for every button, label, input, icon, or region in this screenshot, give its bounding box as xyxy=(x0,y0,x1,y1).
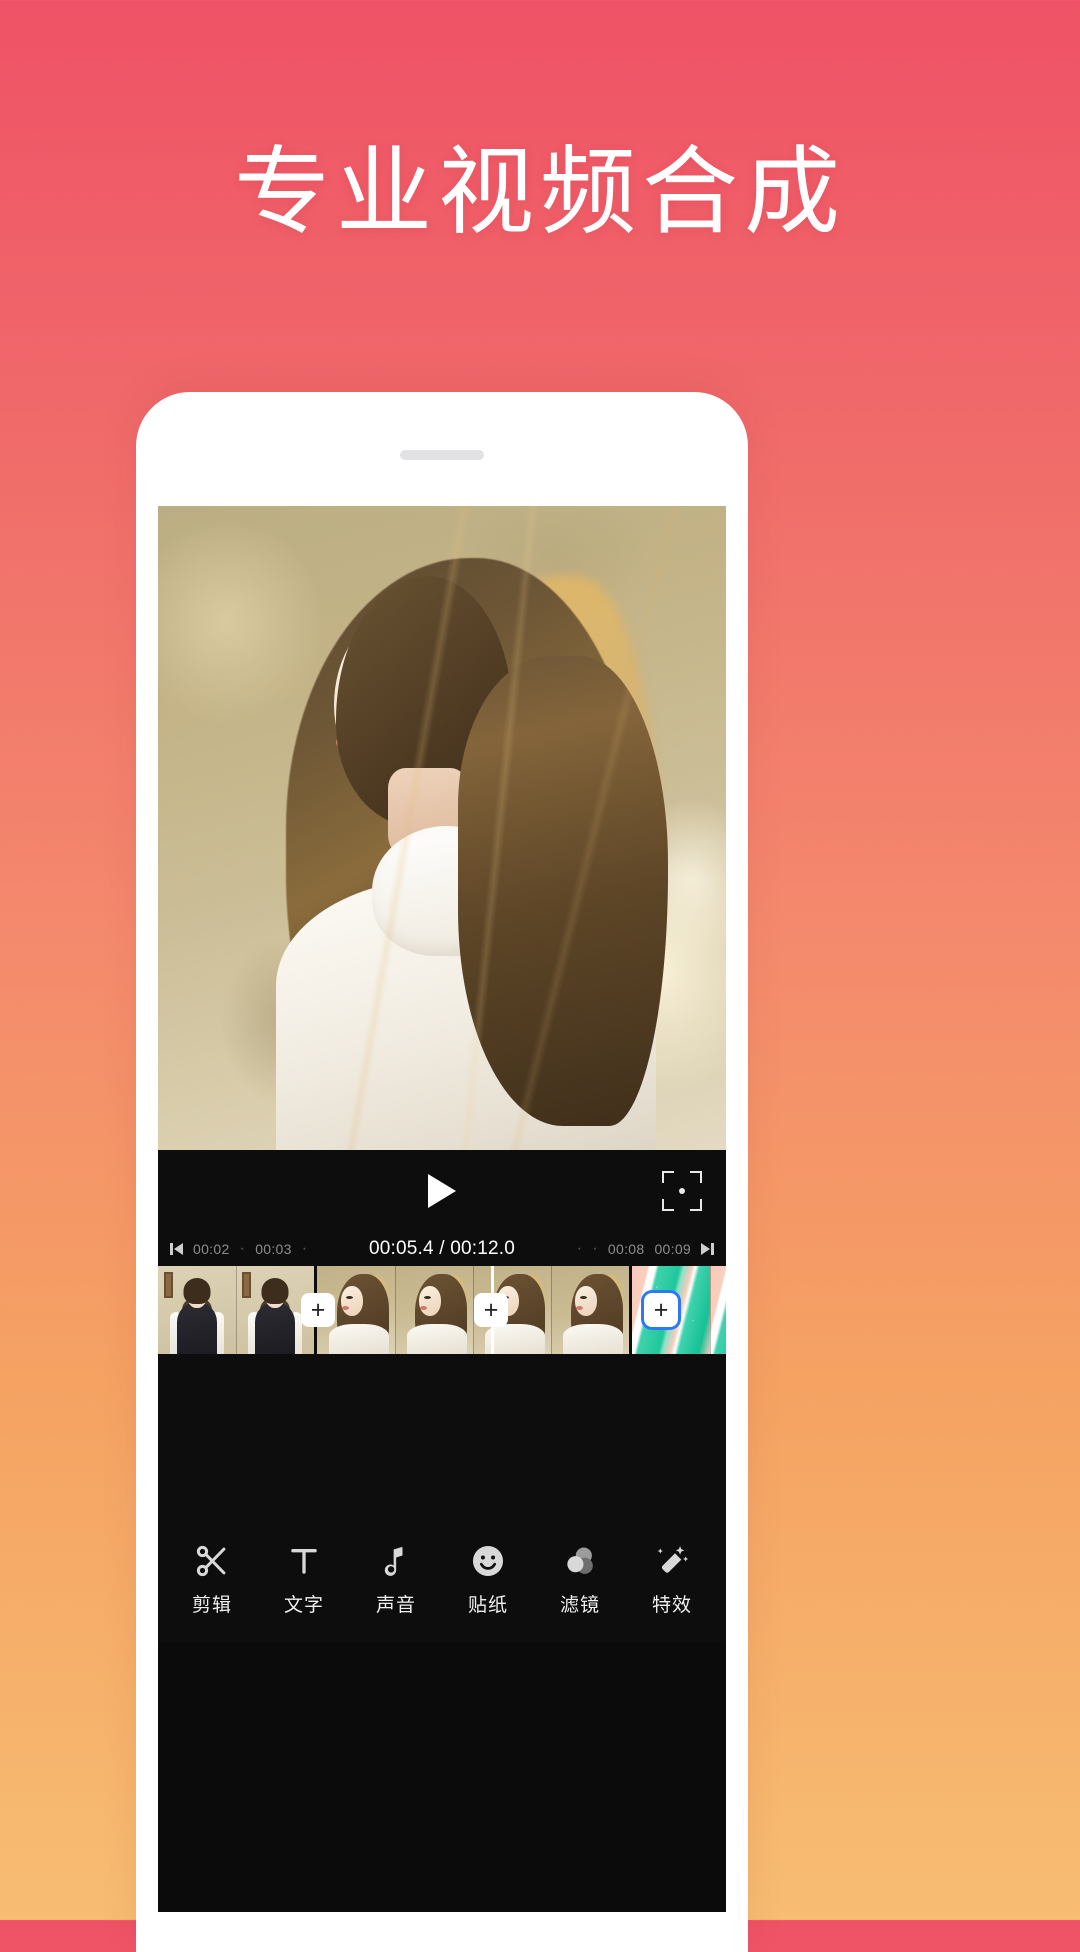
crop-corner-br xyxy=(690,1199,702,1211)
timeline-frame xyxy=(551,1266,629,1354)
ruler-right-group: · · 00:08 00:09 xyxy=(515,1241,714,1257)
ruler-tick-label: 00:03 xyxy=(255,1241,292,1257)
player-control-bar xyxy=(158,1150,726,1232)
tool-label: 剪辑 xyxy=(191,1595,232,1616)
crop-center-dot xyxy=(679,1188,685,1194)
tool-effects[interactable]: 特效 xyxy=(630,1541,714,1617)
ruler-tick-dot: · xyxy=(576,1240,583,1257)
music-note-icon xyxy=(377,1541,415,1581)
timeline-frame xyxy=(158,1266,236,1354)
crop-icon[interactable] xyxy=(662,1171,702,1211)
timeline-clip[interactable] xyxy=(314,1266,629,1354)
timeline-strip[interactable]: + + + xyxy=(158,1266,726,1354)
tool-sticker[interactable]: 贴纸 xyxy=(446,1541,530,1617)
ruler-tick-label: 00:08 xyxy=(607,1241,645,1257)
tool-label: 滤镜 xyxy=(559,1595,600,1616)
crop-corner-tl xyxy=(662,1171,674,1183)
scissors-icon xyxy=(193,1541,231,1581)
text-icon xyxy=(285,1541,323,1581)
add-transition-button-active[interactable]: + xyxy=(644,1293,678,1327)
app-screen: 00:02 · 00:03 · 00:05.4 / 00:12.0 · · 00… xyxy=(158,506,726,1912)
add-transition-button[interactable]: + xyxy=(301,1293,335,1327)
tool-label: 文字 xyxy=(283,1595,324,1616)
preview-hair-strands xyxy=(158,506,726,1150)
tool-label: 贴纸 xyxy=(467,1595,508,1616)
tool-label: 声音 xyxy=(375,1595,416,1616)
tool-trim[interactable]: 剪辑 xyxy=(170,1541,254,1617)
crop-corner-tr xyxy=(690,1171,702,1183)
ruler-left-group: 00:02 · 00:03 · xyxy=(170,1241,369,1257)
ruler-tick-dot: · xyxy=(301,1240,308,1257)
filter-circles-icon xyxy=(561,1541,599,1581)
page-title: 专业视频合成 xyxy=(234,139,846,246)
tool-label: 特效 xyxy=(651,1595,692,1616)
timeline-ruler: 00:02 · 00:03 · 00:05.4 / 00:12.0 · · 00… xyxy=(158,1232,726,1266)
current-time-display: 00:05.4 / 00:12.0 xyxy=(368,1238,516,1259)
play-icon[interactable] xyxy=(428,1174,456,1208)
speaker-grill-icon xyxy=(400,450,484,460)
ruler-tick-label: 00:09 xyxy=(654,1241,691,1257)
video-preview[interactable] xyxy=(158,506,726,1150)
ruler-tick-label: 00:02 xyxy=(193,1241,230,1257)
crop-corner-bl xyxy=(662,1199,674,1211)
skip-previous-icon[interactable] xyxy=(170,1243,183,1255)
tool-filter[interactable]: 滤镜 xyxy=(538,1541,622,1617)
timeline-clip[interactable] xyxy=(158,1266,314,1354)
ruler-tick-dot: · xyxy=(592,1240,598,1257)
sticker-smiley-icon xyxy=(469,1541,507,1581)
add-transition-button[interactable]: + xyxy=(474,1293,508,1327)
tool-audio[interactable]: 声音 xyxy=(354,1541,438,1617)
timeline-frame xyxy=(710,1266,726,1354)
magic-wand-icon xyxy=(653,1541,691,1581)
phone-mockup: 00:02 · 00:03 · 00:05.4 / 00:12.0 · · 00… xyxy=(136,392,748,1952)
bottom-toolbar: 剪辑 文字 声音 贴纸 滤镜 特效 xyxy=(158,1522,726,1642)
tool-text[interactable]: 文字 xyxy=(262,1541,346,1617)
skip-next-icon[interactable] xyxy=(701,1243,714,1255)
timeline-empty-area xyxy=(158,1354,726,1522)
timeline-frame xyxy=(395,1266,473,1354)
preview-artwork xyxy=(158,506,726,1150)
ruler-tick-dot: · xyxy=(239,1240,246,1257)
